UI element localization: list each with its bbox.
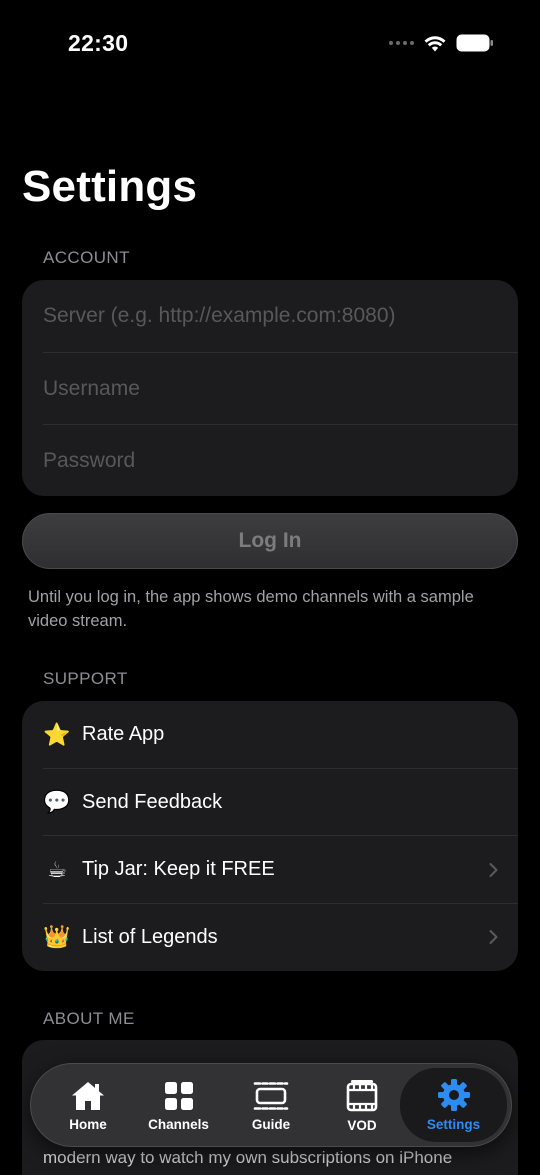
wifi-icon <box>424 35 446 51</box>
rate-app-label: Rate App <box>82 723 165 746</box>
tab-vod-label: VOD <box>347 1118 377 1133</box>
password-input[interactable] <box>43 449 503 474</box>
account-section-header: ACCOUNT <box>43 248 130 267</box>
tab-guide[interactable]: Guide <box>234 1064 308 1148</box>
tab-guide-label: Guide <box>251 1117 291 1132</box>
status-icons <box>389 34 494 52</box>
tab-home[interactable]: Home <box>51 1064 125 1148</box>
chevron-right-icon <box>489 862 498 877</box>
username-field-row <box>22 353 518 425</box>
support-section-header: SUPPORT <box>43 669 128 688</box>
cellular-signal-icon <box>389 41 414 45</box>
tab-channels[interactable]: Channels <box>142 1064 216 1148</box>
tab-settings[interactable]: Settings <box>400 1068 507 1142</box>
tip-jar-label: Tip Jar: Keep it FREE <box>82 858 275 881</box>
speech-bubble-icon: 💬 <box>43 789 71 815</box>
about-section-header: ABOUT ME <box>43 1009 135 1028</box>
grid-icon <box>164 1082 193 1110</box>
send-feedback-row[interactable]: 💬 Send Feedback <box>22 769 518 836</box>
about-text: modern way to watch my own subscriptions… <box>43 1148 453 1167</box>
crown-icon: 👑 <box>43 924 71 950</box>
account-card <box>22 280 518 496</box>
tab-settings-label: Settings <box>426 1117 481 1132</box>
rate-app-row[interactable]: ⭐ Rate App <box>22 701 518 769</box>
chevron-right-icon <box>489 930 498 945</box>
tab-channels-label: Channels <box>148 1117 209 1132</box>
tab-bar: Home Channels Guide VOD Settings <box>30 1063 512 1147</box>
status-bar: 22:30 <box>0 0 540 90</box>
gear-icon <box>437 1079 470 1111</box>
tip-jar-row[interactable]: ☕ Tip Jar: Keep it FREE <box>22 836 518 904</box>
list-of-legends-label: List of Legends <box>82 925 218 948</box>
star-icon: ⭐ <box>43 721 71 747</box>
server-input[interactable] <box>43 304 503 329</box>
tab-vod[interactable]: VOD <box>325 1064 399 1148</box>
login-helper-text: Until you log in, the app shows demo cha… <box>28 588 474 630</box>
server-field-row <box>22 280 518 353</box>
status-time: 22:30 <box>68 30 129 56</box>
page-title: Settings <box>22 162 198 211</box>
home-icon <box>72 1082 104 1110</box>
guide-icon <box>253 1082 289 1110</box>
coffee-icon: ☕ <box>47 856 67 882</box>
battery-icon <box>456 34 493 52</box>
list-of-legends-row[interactable]: 👑 List of Legends <box>22 904 518 972</box>
send-feedback-label: Send Feedback <box>82 790 223 813</box>
support-card: ⭐ Rate App 💬 Send Feedback ☕ Tip Jar: Ke… <box>22 701 518 971</box>
tab-home-label: Home <box>69 1117 107 1132</box>
password-field-row <box>22 425 518 496</box>
username-input[interactable] <box>43 376 503 401</box>
film-icon <box>346 1080 378 1112</box>
login-button[interactable]: Log In <box>22 513 518 569</box>
